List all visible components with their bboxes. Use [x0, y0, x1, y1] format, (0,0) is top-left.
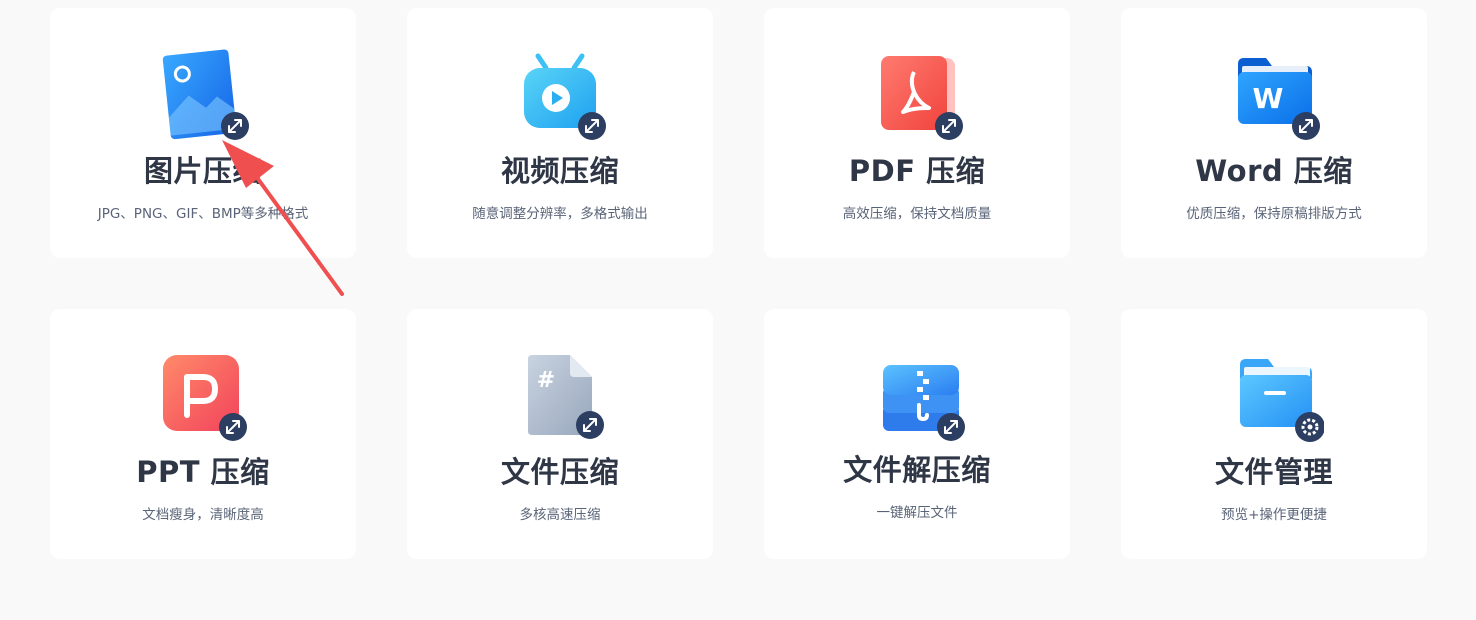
- card-desc: 一键解压文件: [876, 505, 958, 521]
- tool-grid: 图片压缩 JPG、PNG、GIF、BMP等多种格式 视频压缩 随意调整分辨率，多…: [0, 0, 1476, 620]
- card-title: Word 压缩: [1195, 154, 1353, 188]
- card-title: 视频压缩: [500, 154, 619, 188]
- file-compress-icon: #: [510, 349, 610, 449]
- card-pdf-compress[interactable]: PDF 压缩 高效压缩，保持文档质量: [764, 8, 1070, 258]
- card-title: 文件解压缩: [843, 453, 991, 487]
- card-desc: 多核高速压缩: [519, 507, 601, 523]
- card-file-compress[interactable]: # 文件压缩 多核高速压缩: [407, 309, 713, 559]
- card-desc: 优质压缩，保持原稿排版方式: [1186, 206, 1362, 222]
- card-desc: 高效压缩，保持文档质量: [842, 206, 992, 222]
- card-title: 图片压缩: [143, 154, 262, 188]
- image-compress-icon: [153, 48, 253, 148]
- file-decompress-icon: [867, 349, 967, 449]
- svg-text:W: W: [1253, 82, 1284, 115]
- card-file-manage[interactable]: 文件管理 预览+操作更便捷: [1121, 309, 1427, 559]
- card-video-compress[interactable]: 视频压缩 随意调整分辨率，多格式输出: [407, 8, 713, 258]
- card-title: 文件压缩: [500, 455, 619, 489]
- card-desc: 预览+操作更便捷: [1221, 507, 1327, 523]
- card-ppt-compress[interactable]: PPT 压缩 文档瘦身，清晰度高: [50, 309, 356, 559]
- card-title: PPT 压缩: [136, 455, 270, 489]
- file-manage-icon: [1224, 349, 1325, 449]
- svg-text:#: #: [537, 368, 555, 393]
- card-desc: 文档瘦身，清晰度高: [142, 507, 264, 523]
- video-compress-icon: [510, 48, 610, 148]
- card-title: 文件管理: [1214, 455, 1333, 489]
- card-image-compress[interactable]: 图片压缩 JPG、PNG、GIF、BMP等多种格式: [50, 8, 356, 258]
- ppt-compress-icon: [153, 349, 253, 449]
- card-word-compress[interactable]: W Word 压缩 优质压缩，保持原稿排版方式: [1121, 8, 1427, 258]
- card-title: PDF 压缩: [848, 154, 986, 188]
- card-desc: 随意调整分辨率，多格式输出: [472, 206, 648, 222]
- pdf-compress-icon: [867, 48, 967, 148]
- card-desc: JPG、PNG、GIF、BMP等多种格式: [97, 206, 309, 222]
- card-file-decompress[interactable]: 文件解压缩 一键解压文件: [764, 309, 1070, 559]
- word-compress-icon: W: [1224, 48, 1324, 148]
